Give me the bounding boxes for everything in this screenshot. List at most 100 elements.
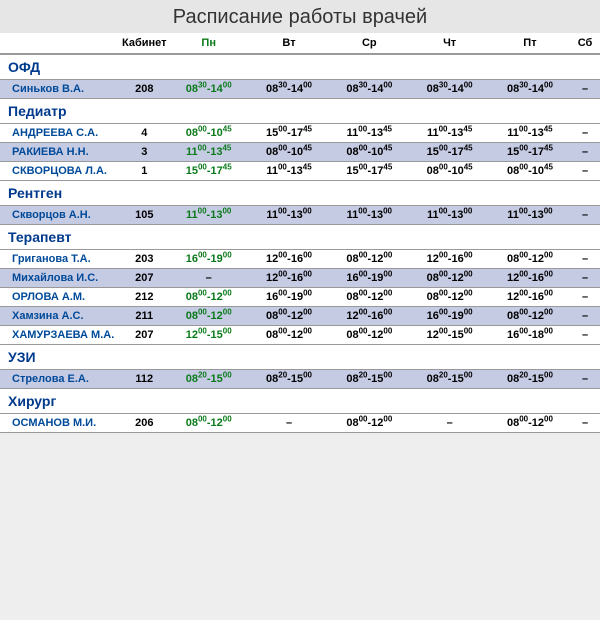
- doctor-name: АНДРЕЕВА С.А.: [0, 124, 120, 143]
- time-cell: 1200-1600: [249, 269, 329, 288]
- doctor-cab: 4: [120, 124, 169, 143]
- header-day: Вт: [249, 33, 329, 54]
- doctor-row: Хамзина А.С.2110800-12000800-12001200-16…: [0, 307, 600, 326]
- time-cell: –: [570, 206, 600, 225]
- time-cell: 0800-1200: [409, 269, 489, 288]
- time-cell: 0830-1400: [409, 80, 489, 99]
- time-cell: 0800-1200: [169, 288, 249, 307]
- time-cell: 1100-1345: [169, 143, 249, 162]
- time-cell: 1200-1500: [409, 326, 489, 345]
- doctor-name: Михайлова И.С.: [0, 269, 120, 288]
- doctor-name: РАКИЕВА Н.Н.: [0, 143, 120, 162]
- time-cell: 1200-1500: [169, 326, 249, 345]
- doctor-cab: 112: [120, 370, 169, 389]
- section-title: ОФД: [0, 54, 600, 80]
- time-cell: 1200-1600: [249, 250, 329, 269]
- time-cell: –: [249, 414, 329, 433]
- time-cell: 0800-1200: [329, 326, 409, 345]
- doctor-row: Скворцов А.Н.1051100-13001100-13001100-1…: [0, 206, 600, 225]
- doctor-row: ОСМАНОВ М.И.2060800-1200–0800-1200–0800-…: [0, 414, 600, 433]
- time-cell: –: [169, 269, 249, 288]
- time-cell: 1500-1745: [249, 124, 329, 143]
- time-cell: –: [570, 414, 600, 433]
- time-cell: 0800-1200: [329, 250, 409, 269]
- doctor-cab: 208: [120, 80, 169, 99]
- doctor-row: АНДРЕЕВА С.А.40800-10451500-17451100-134…: [0, 124, 600, 143]
- time-cell: 1200-1600: [409, 250, 489, 269]
- time-cell: –: [570, 80, 600, 99]
- time-cell: –: [570, 326, 600, 345]
- time-cell: 1100-1345: [490, 124, 570, 143]
- doctor-name: ХАМУРЗАЕВА М.А.: [0, 326, 120, 345]
- header-name: [0, 33, 120, 54]
- header-day: Ср: [329, 33, 409, 54]
- time-cell: 1600-1900: [329, 269, 409, 288]
- time-cell: 0800-1200: [249, 307, 329, 326]
- time-cell: 0800-1200: [329, 414, 409, 433]
- header-day: Сб: [570, 33, 600, 54]
- doctor-row: СКВОРЦОВА Л.А.11500-17451100-13451500-17…: [0, 162, 600, 181]
- section-row: Рентген: [0, 181, 600, 206]
- time-cell: 0820-1500: [329, 370, 409, 389]
- time-cell: –: [570, 370, 600, 389]
- time-cell: 0800-1200: [249, 326, 329, 345]
- doctor-name: ОРЛОВА А.М.: [0, 288, 120, 307]
- time-cell: 1100-1300: [329, 206, 409, 225]
- time-cell: 0820-1500: [409, 370, 489, 389]
- time-cell: –: [570, 143, 600, 162]
- time-cell: 1600-1900: [169, 250, 249, 269]
- time-cell: 1100-1300: [409, 206, 489, 225]
- time-cell: –: [570, 162, 600, 181]
- section-title: Хирург: [0, 389, 600, 414]
- time-cell: 0800-1045: [169, 124, 249, 143]
- time-cell: 1500-1745: [409, 143, 489, 162]
- time-cell: 1100-1345: [249, 162, 329, 181]
- time-cell: 0800-1200: [490, 250, 570, 269]
- doctor-cab: 212: [120, 288, 169, 307]
- doctor-cab: 207: [120, 326, 169, 345]
- section-title: Педиатр: [0, 99, 600, 124]
- time-cell: 0830-1400: [169, 80, 249, 99]
- doctor-row: ОРЛОВА А.М.2120800-12001600-19000800-120…: [0, 288, 600, 307]
- time-cell: –: [570, 250, 600, 269]
- time-cell: 0830-1400: [249, 80, 329, 99]
- time-cell: 1500-1745: [169, 162, 249, 181]
- time-cell: 1200-1600: [490, 288, 570, 307]
- section-row: Терапевт: [0, 225, 600, 250]
- doctor-cab: 105: [120, 206, 169, 225]
- header-cab: Кабинет: [120, 33, 169, 54]
- time-cell: 0830-1400: [490, 80, 570, 99]
- header-day: Чт: [409, 33, 489, 54]
- doctor-row: Стрелова Е.А.1120820-15000820-15000820-1…: [0, 370, 600, 389]
- time-cell: –: [570, 288, 600, 307]
- doctor-cab: 1: [120, 162, 169, 181]
- schedule-table: Кабинет Пн Вт Ср Чт Пт Сб ОФДСиньков В.А…: [0, 33, 600, 433]
- header-row: Кабинет Пн Вт Ср Чт Пт Сб: [0, 33, 600, 54]
- doctor-cab: 211: [120, 307, 169, 326]
- doctor-name: СКВОРЦОВА Л.А.: [0, 162, 120, 181]
- doctor-cab: 207: [120, 269, 169, 288]
- time-cell: 0800-1200: [409, 288, 489, 307]
- doctor-row: Михайлова И.С.207–1200-16001600-19000800…: [0, 269, 600, 288]
- doctor-row: Григанова Т.А.2031600-19001200-16000800-…: [0, 250, 600, 269]
- doctor-row: Синьков В.А.2080830-14000830-14000830-14…: [0, 80, 600, 99]
- time-cell: 0800-1200: [329, 288, 409, 307]
- time-cell: 0820-1500: [490, 370, 570, 389]
- time-cell: 1100-1300: [249, 206, 329, 225]
- time-cell: 0800-1200: [490, 414, 570, 433]
- time-cell: 0820-1500: [249, 370, 329, 389]
- doctor-cab: 3: [120, 143, 169, 162]
- doctor-cab: 206: [120, 414, 169, 433]
- time-cell: 0800-1045: [249, 143, 329, 162]
- section-title: Терапевт: [0, 225, 600, 250]
- time-cell: 0820-1500: [169, 370, 249, 389]
- section-row: Педиатр: [0, 99, 600, 124]
- time-cell: 1500-1745: [329, 162, 409, 181]
- time-cell: 0800-1200: [169, 414, 249, 433]
- section-row: Хирург: [0, 389, 600, 414]
- time-cell: 1100-1345: [329, 124, 409, 143]
- doctor-name: Скворцов А.Н.: [0, 206, 120, 225]
- time-cell: 1600-1800: [490, 326, 570, 345]
- time-cell: 1500-1745: [490, 143, 570, 162]
- time-cell: 1200-1600: [329, 307, 409, 326]
